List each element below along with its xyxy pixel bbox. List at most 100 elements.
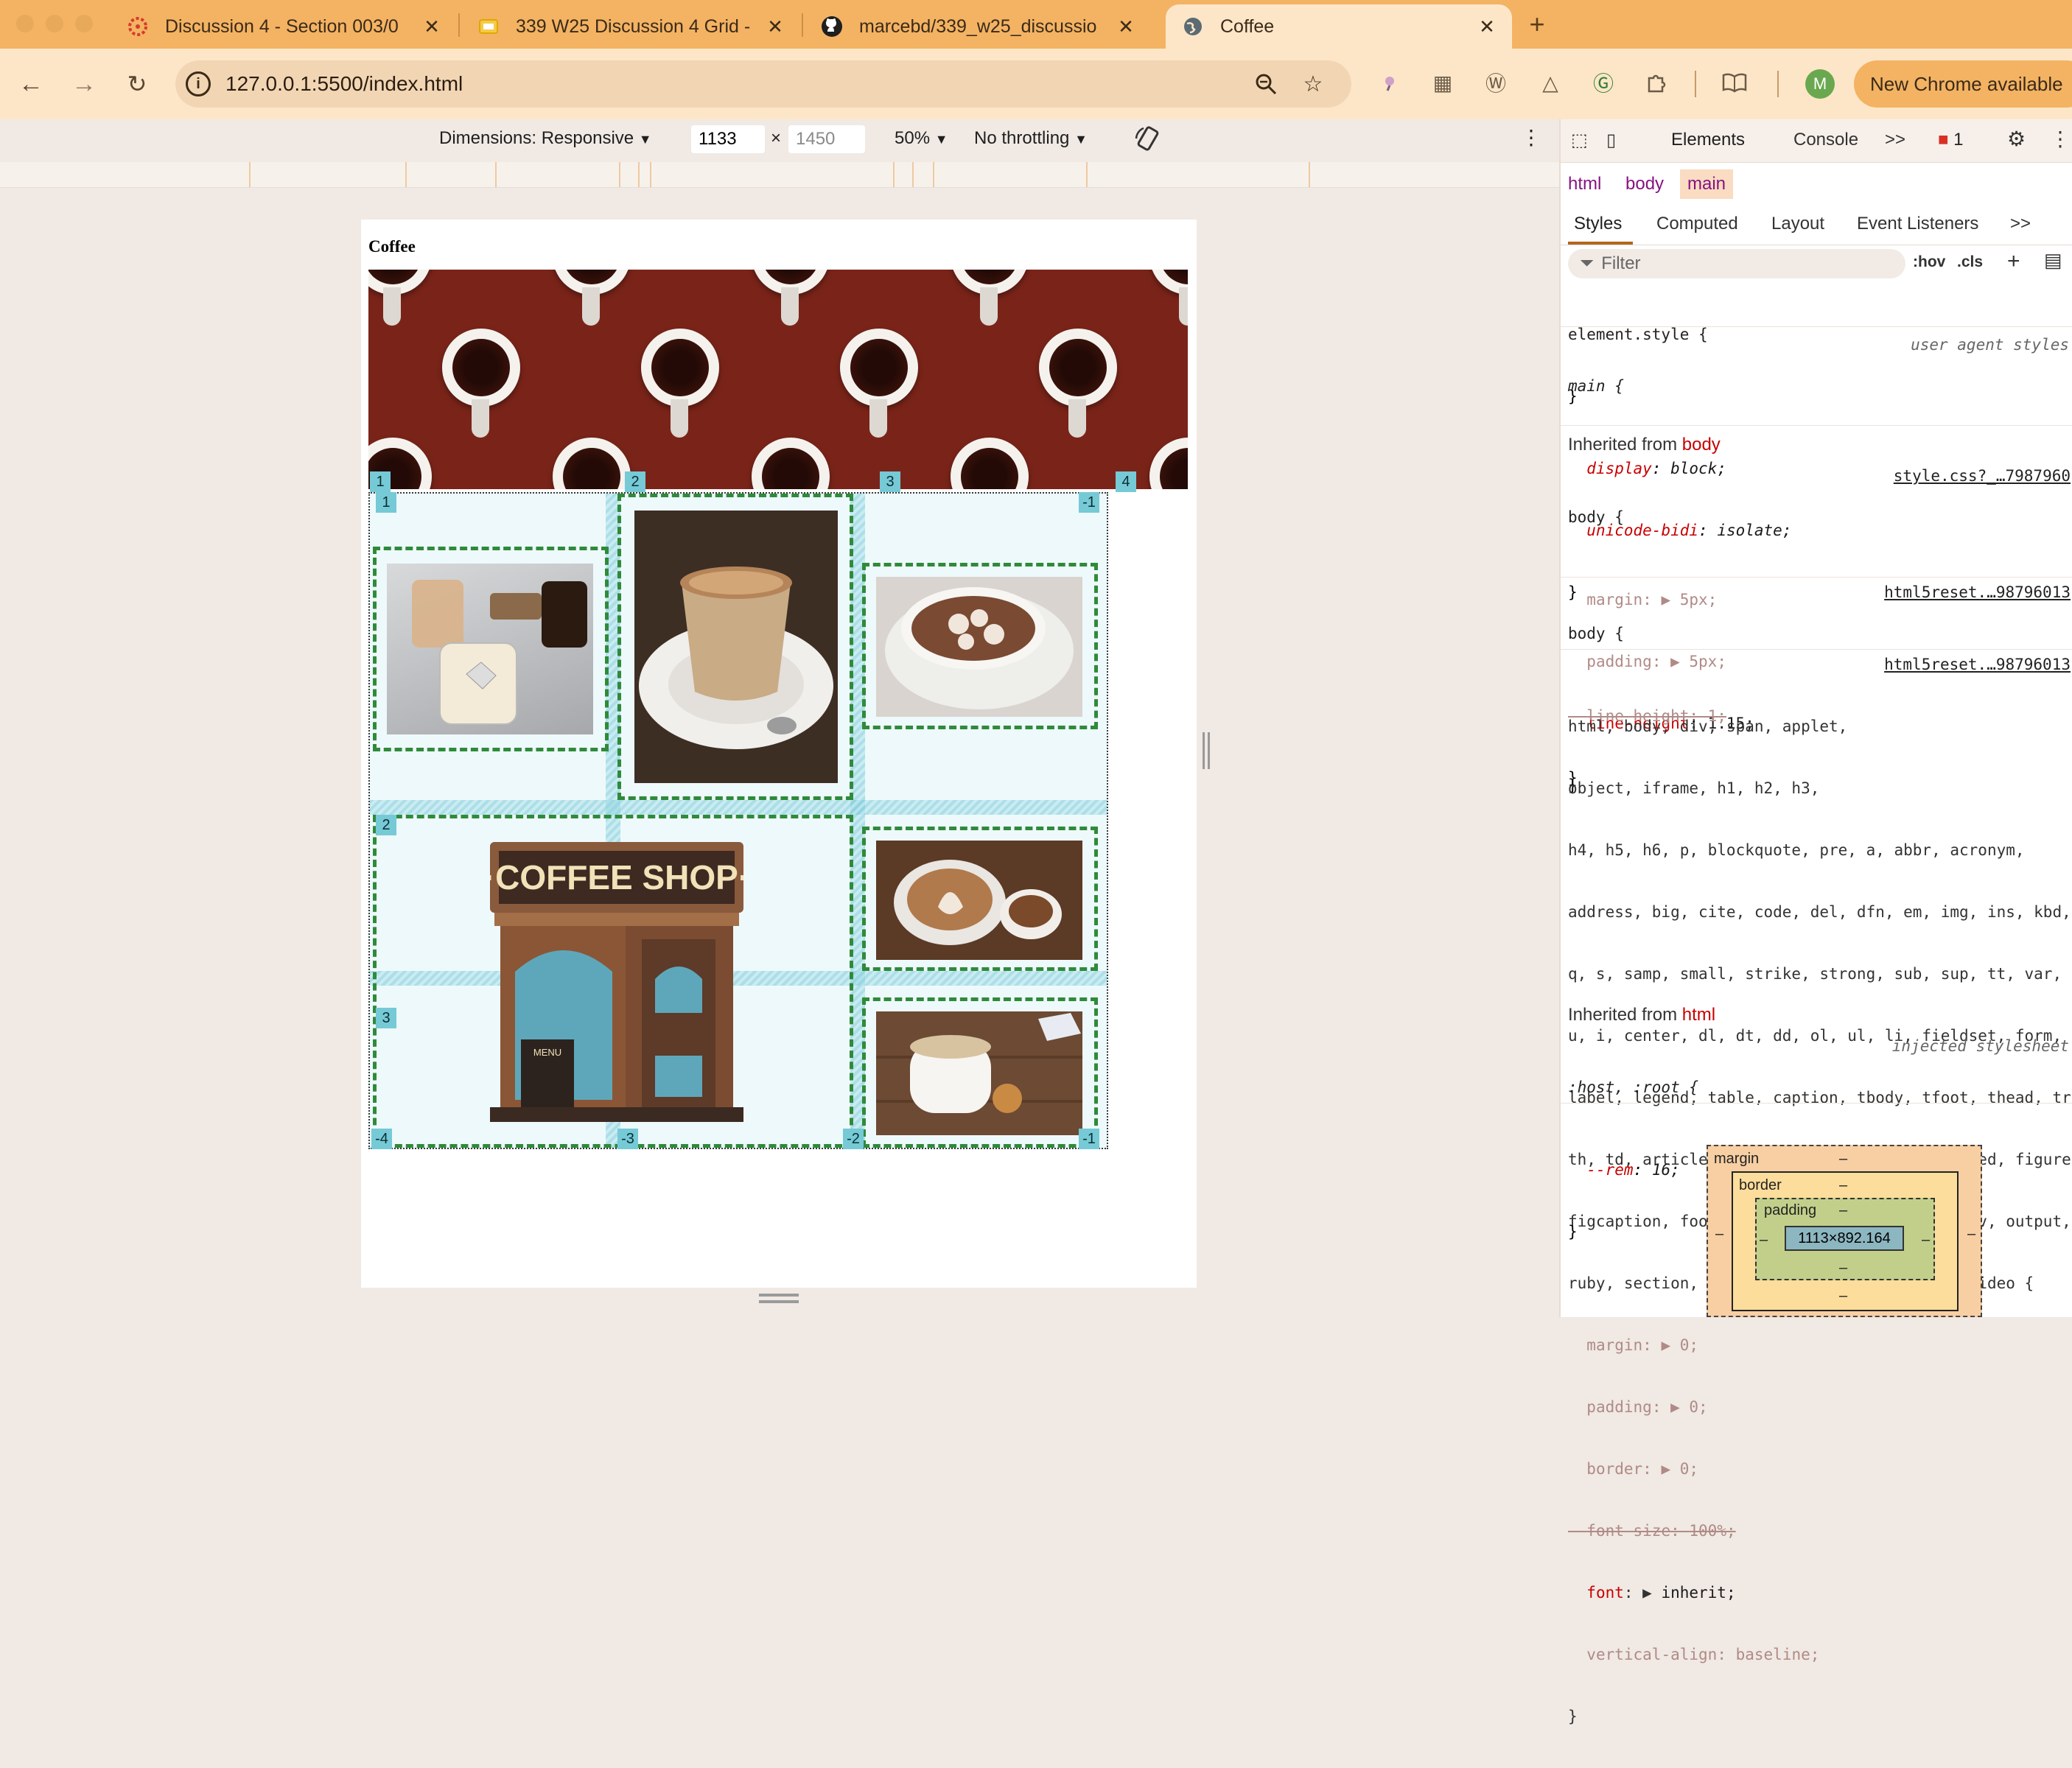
css-value: 0; <box>1679 1460 1699 1478</box>
tab-close-icon[interactable]: ✕ <box>1475 15 1499 38</box>
tab-github-repo[interactable]: marcebd/339_w25_discussio ✕ <box>805 4 1151 49</box>
url-text: 127.0.0.1:5500/index.html <box>225 72 463 95</box>
css-property: font-size <box>1586 1522 1671 1540</box>
breadcrumb-main[interactable]: main <box>1680 169 1734 199</box>
width-input[interactable]: 1133 <box>691 125 765 153</box>
hot-chocolate-marshmallow-photo <box>876 577 1082 717</box>
extension-grammarly-icon[interactable]: Ⓖ <box>1589 68 1618 97</box>
hov-toggle[interactable]: :hov <box>1913 253 1945 271</box>
coffee-cup-pattern <box>1149 438 1188 489</box>
page-title: Coffee <box>368 237 416 256</box>
chrome-update-button[interactable]: New Chrome available <box>1854 60 2072 108</box>
tab-coffee[interactable]: Coffee ✕ <box>1166 4 1512 49</box>
inherited-tag[interactable]: body <box>1682 435 1721 455</box>
throttling-value: No throttling <box>974 128 1070 148</box>
styles-filter-input[interactable]: ⏷ Filter <box>1568 249 1905 278</box>
tab-title: 339 W25 Discussion 4 Grid - <box>516 15 751 37</box>
back-icon[interactable]: ← <box>13 66 49 102</box>
tab-close-icon[interactable]: ✕ <box>763 15 787 38</box>
zoom-value: 50% <box>895 128 931 148</box>
window-zoom-dot[interactable] <box>75 15 93 32</box>
tab-computed[interactable]: Computed <box>1656 214 1738 234</box>
tab-close-icon[interactable]: ✕ <box>1114 15 1138 38</box>
grid-item-3 <box>862 563 1098 729</box>
rule-source-link[interactable]: html5reset.…98796013 <box>1884 654 2071 675</box>
tab-console[interactable]: Console <box>1793 130 1858 150</box>
more-tabs-icon[interactable]: >> <box>2010 214 2031 234</box>
rule-selector-line: object, iframe, h1, h2, h3, <box>1568 779 1820 797</box>
extension-drive-icon[interactable]: △ <box>1536 68 1565 97</box>
grid-line-label: -4 <box>371 1129 392 1149</box>
window-close-dot[interactable] <box>16 15 34 32</box>
shop-sign-text: ·COFFEE SHOP· <box>490 858 743 897</box>
grid-item-1 <box>373 547 609 751</box>
rule-selector: :host, :root { <box>1568 1078 1699 1096</box>
tab-339-grid-slides[interactable]: 339 W25 Discussion 4 Grid - ✕ <box>461 4 800 49</box>
grid-line-label: -2 <box>843 1129 864 1149</box>
rotate-icon[interactable] <box>1133 124 1163 158</box>
new-rule-icon[interactable]: + <box>2007 249 2020 274</box>
breadcrumb-body[interactable]: body <box>1618 169 1671 199</box>
tab-styles[interactable]: Styles <box>1574 214 1622 234</box>
settings-gear-icon[interactable]: ⚙ <box>2007 127 2026 151</box>
tab-title: Coffee <box>1220 15 1275 37</box>
css-value: 100%; <box>1689 1522 1736 1540</box>
menu-board-text: MENU <box>533 1047 561 1058</box>
extensions-puzzle-icon[interactable] <box>1642 68 1671 97</box>
device-toggle-icon[interactable]: ▯ <box>1606 130 1616 151</box>
tab-title: marcebd/339_w25_discussio <box>859 15 1097 37</box>
issues-badge[interactable]: ■ 1 <box>1938 130 1964 150</box>
body-rule-stylecss: body { style.css?_…7987960 margin: ▶ 5px… <box>1561 466 2072 794</box>
inherited-from-body: Inherited from body <box>1568 435 1721 455</box>
milk-tea-glasses-photo <box>387 564 593 734</box>
rule-source-link[interactable]: style.css?_…7987960 <box>1894 466 2071 486</box>
tab-elements[interactable]: Elements <box>1671 130 1745 150</box>
inherited-tag[interactable]: html <box>1682 1005 1715 1025</box>
styles-tab-bar: Styles Computed Layout Event Listeners >… <box>1561 203 2072 245</box>
viewport-resize-handle[interactable] <box>759 1294 799 1303</box>
coffee-cup-pattern <box>840 329 918 438</box>
chevron-down-icon: ▼ <box>1074 132 1088 147</box>
extension-wordpress-icon[interactable]: Ⓦ <box>1481 68 1511 97</box>
inspect-element-icon[interactable]: ⬚ <box>1571 130 1588 151</box>
side-resize-handle[interactable] <box>1203 732 1210 769</box>
forward-icon[interactable]: → <box>66 66 102 102</box>
bookmark-star-icon[interactable]: ☆ <box>1300 71 1326 97</box>
computed-sidebar-icon[interactable]: ▤ <box>2044 249 2062 272</box>
site-info-icon[interactable]: i <box>186 71 211 97</box>
tab-strip: Discussion 4 - Section 003/0 ✕ 339 W25 D… <box>0 0 2072 49</box>
breadcrumb-html[interactable]: html <box>1561 169 1609 199</box>
coffee-cups-banner <box>368 270 1188 489</box>
height-input[interactable]: 1450 <box>788 125 865 153</box>
coffee-cup-pattern <box>442 329 520 438</box>
new-tab-button[interactable]: + <box>1522 4 1552 44</box>
tab-close-icon[interactable]: ✕ <box>420 15 444 38</box>
box-model-value: – <box>1839 1151 1848 1167</box>
more-options-icon[interactable]: ⋮ <box>1521 125 1541 150</box>
reading-list-icon[interactable] <box>1720 68 1749 97</box>
zoom-dropdown[interactable]: 50% ▼ <box>895 128 948 149</box>
devtools-menu-icon[interactable]: ⋮ <box>2050 127 2071 151</box>
tab-discussion-4[interactable]: Discussion 4 - Section 003/0 ✕ <box>111 4 457 49</box>
more-tabs-icon[interactable]: >> <box>1885 130 1905 150</box>
dimensions-dropdown[interactable]: Dimensions: Responsive ▼ <box>439 128 652 149</box>
throttling-dropdown[interactable]: No throttling ▼ <box>974 128 1088 149</box>
window-minimize-dot[interactable] <box>46 15 63 32</box>
address-bar[interactable]: i 127.0.0.1:5500/index.html ☆ <box>175 60 1351 108</box>
box-model-margin: margin – – – border – padding – – – – 11… <box>1707 1145 1982 1317</box>
profile-avatar[interactable]: M <box>1805 69 1835 99</box>
tab-layout[interactable]: Layout <box>1771 214 1824 234</box>
cappuccino-glass-photo <box>634 511 838 783</box>
box-model-label: border <box>1739 1177 1782 1193</box>
extension-pin-icon[interactable] <box>1375 68 1404 97</box>
css-value: 0; <box>1679 1336 1699 1354</box>
grid-item-4: ·COFFEE SHOP· MENU <box>373 815 853 1148</box>
rule-source-link[interactable]: html5reset.…98796013 <box>1884 582 2071 603</box>
cls-toggle[interactable]: .cls <box>1957 253 1983 271</box>
extension-reader-icon[interactable]: ▦ <box>1428 68 1457 97</box>
tab-event-listeners[interactable]: Event Listeners <box>1857 214 1978 234</box>
chevron-down-icon: ▼ <box>934 132 948 147</box>
reload-icon[interactable]: ↻ <box>119 66 155 102</box>
grid-line-label: 4 <box>1116 471 1136 492</box>
zoom-icon[interactable] <box>1253 71 1279 97</box>
